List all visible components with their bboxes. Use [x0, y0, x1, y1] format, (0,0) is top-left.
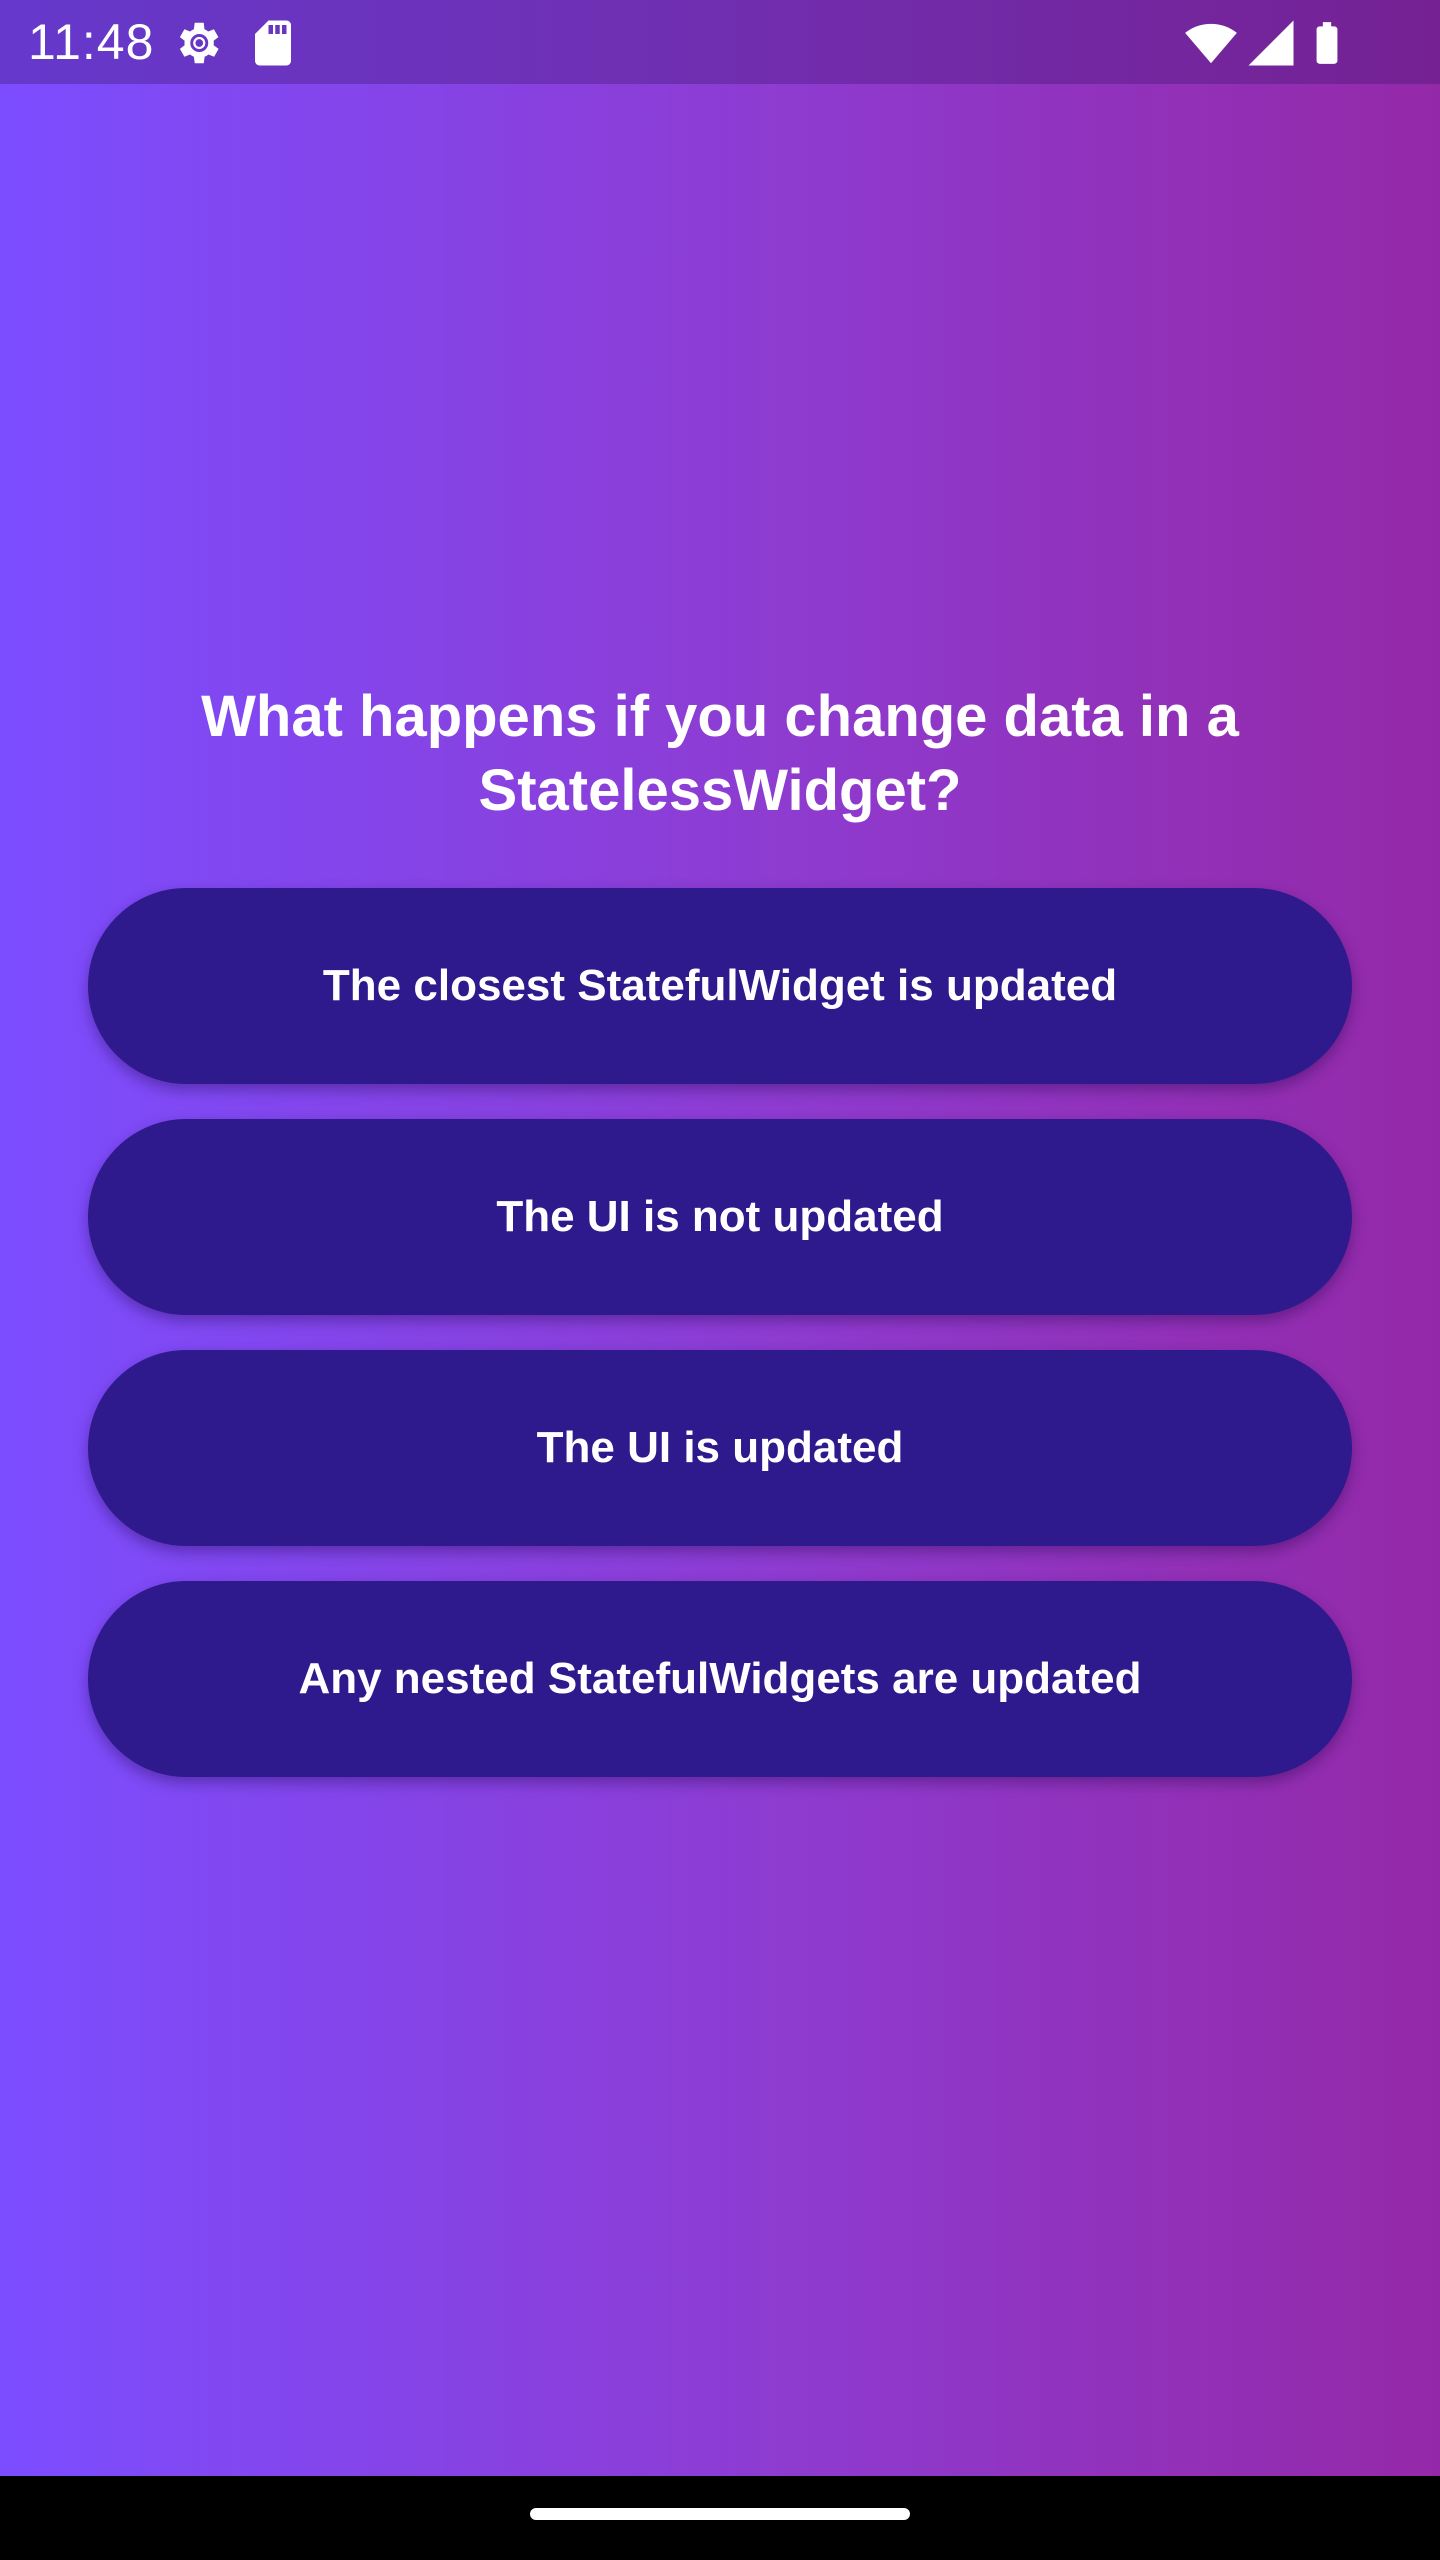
status-bar: 11:48	[0, 0, 1440, 84]
answer-button-1[interactable]: The closest StatefulWidget is updated	[88, 888, 1352, 1084]
question-text: What happens if you change data in a Sta…	[201, 684, 1239, 823]
answer-button-3[interactable]: The UI is updated	[88, 1350, 1352, 1546]
battery-icon	[1302, 16, 1352, 70]
home-gesture-handle[interactable]	[530, 2508, 910, 2520]
wifi-icon	[1184, 16, 1238, 70]
answer-button-2[interactable]: The UI is not updated	[88, 1119, 1352, 1315]
status-time: 11:48	[28, 14, 155, 70]
answer-list: The closest StatefulWidget is updated Th…	[88, 888, 1352, 1812]
sd-card-icon	[246, 16, 300, 70]
answer-button-4[interactable]: Any nested StatefulWidgets are updated	[88, 1581, 1352, 1777]
settings-gear-icon	[170, 16, 224, 70]
cellular-signal-icon	[1244, 16, 1298, 70]
